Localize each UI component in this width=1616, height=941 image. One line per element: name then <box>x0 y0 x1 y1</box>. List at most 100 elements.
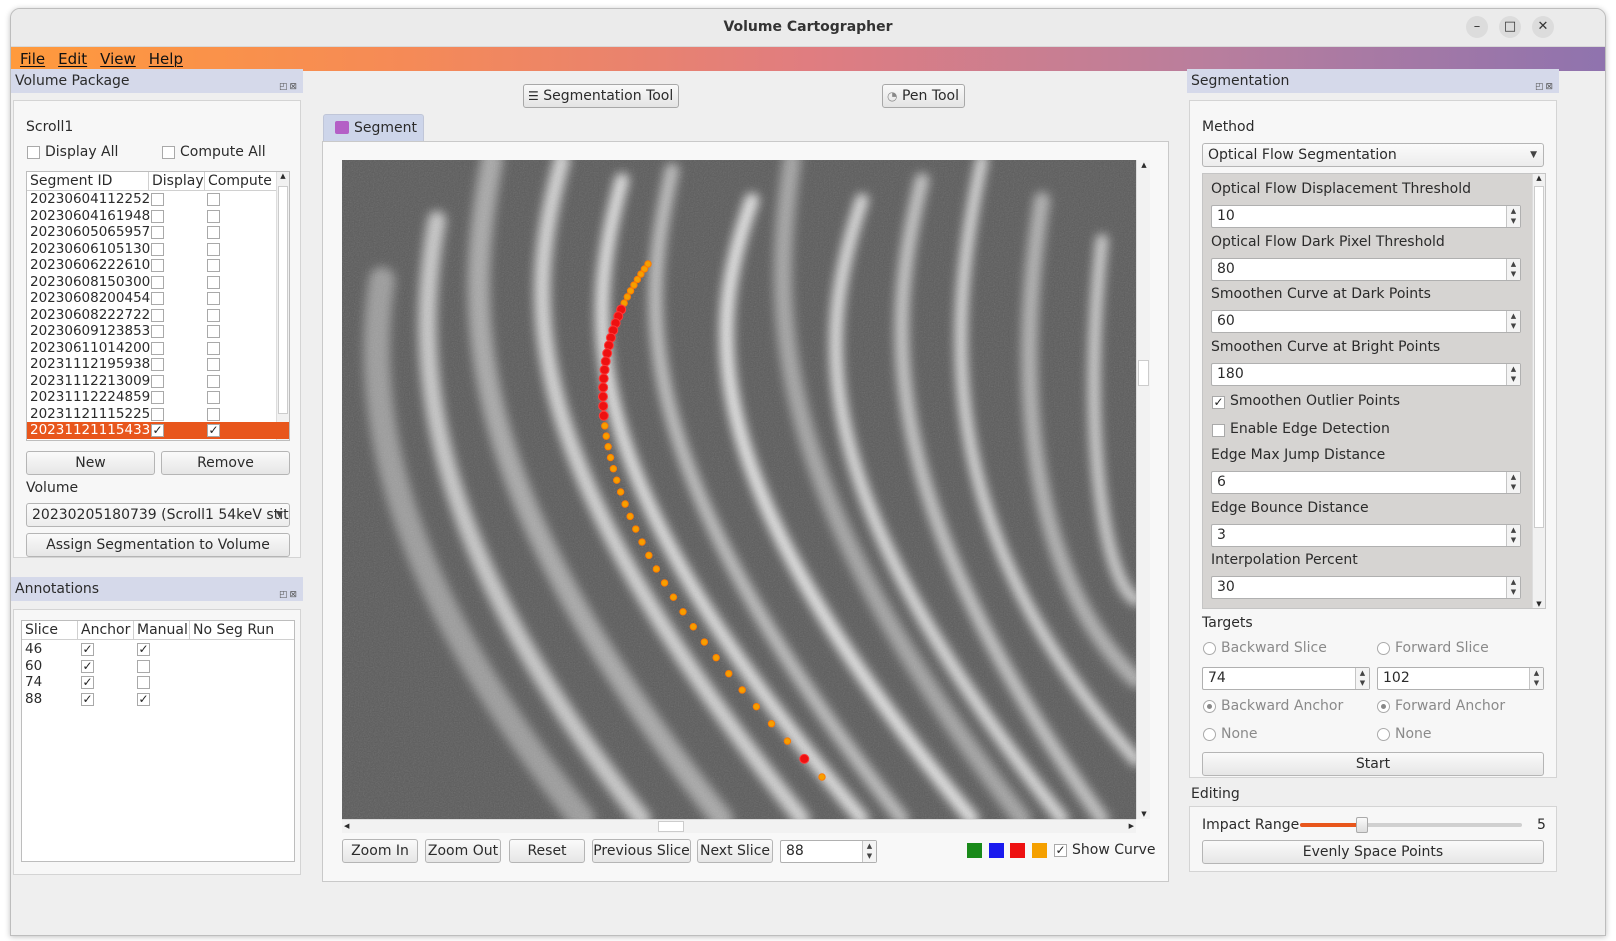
table-row[interactable]: 20231121115225 <box>27 406 289 423</box>
evenly-space-points-button[interactable]: Evenly Space Points <box>1202 840 1544 864</box>
display-checkbox[interactable] <box>151 242 164 256</box>
curve-point[interactable] <box>632 525 640 533</box>
forward-slice-spinbox[interactable]: 102 ▲ ▼ <box>1377 667 1544 690</box>
display-checkbox[interactable]: ✓ <box>151 424 164 437</box>
compute-checkbox[interactable] <box>207 391 220 404</box>
compute-checkbox[interactable] <box>207 374 220 388</box>
table-row[interactable]: 20230611014200 <box>27 340 289 357</box>
smoothen-outlier-checkbox[interactable]: ✓ <box>1212 396 1225 409</box>
curve-point[interactable] <box>725 669 733 678</box>
spin-arrows-icon[interactable]: ▲ ▼ <box>1506 311 1520 332</box>
dock-controls-icon[interactable]: ◰⊠ <box>279 583 299 607</box>
viewer-vscroll-thumb[interactable] <box>1138 360 1149 386</box>
close-icon[interactable]: ✕ <box>1532 16 1554 38</box>
curve-point[interactable] <box>645 551 653 560</box>
curve-point[interactable] <box>613 476 621 484</box>
params-scroll-thumb[interactable] <box>1534 186 1544 528</box>
table-row[interactable]: 20230609123853 <box>27 323 289 340</box>
param-spinbox[interactable]: 180 ▲ ▼ <box>1211 362 1521 386</box>
manual-checkbox[interactable] <box>137 659 150 673</box>
display-checkbox[interactable] <box>151 341 164 355</box>
curve-point[interactable] <box>602 348 613 359</box>
curve-point[interactable] <box>818 773 826 781</box>
pen-tool-button[interactable]: ◔ Pen Tool <box>882 84 966 108</box>
curve-point[interactable] <box>616 488 625 496</box>
param-spinbox[interactable]: 30 ▲ ▼ <box>1211 576 1521 599</box>
annotations-table[interactable]: Slice Anchor Manual No Seg Run 46 ✓ ✓ 60 ✓ 74… <box>21 620 295 862</box>
menu-file[interactable]: File <box>20 47 45 71</box>
curve-point[interactable] <box>679 608 687 616</box>
curve-point[interactable] <box>598 401 609 412</box>
scroll-down-icon[interactable]: ▼ <box>1533 600 1545 608</box>
scroll-left-icon[interactable]: ◀ <box>344 820 349 833</box>
compute-checkbox[interactable] <box>207 209 220 223</box>
color-swatch-blue[interactable] <box>989 843 1004 858</box>
forward-none-radio[interactable] <box>1377 728 1390 741</box>
curve-point[interactable] <box>630 281 638 289</box>
zoom-out-button[interactable]: Zoom Out <box>425 839 501 863</box>
volume-select[interactable]: 20230205180739 (Scroll1 54keV stit ▼ <box>26 503 290 527</box>
spin-arrows-icon[interactable]: ▲ ▼ <box>1506 363 1520 385</box>
curve-point[interactable] <box>602 432 610 440</box>
display-checkbox[interactable] <box>151 193 164 206</box>
curve-point[interactable] <box>601 422 609 430</box>
curve-point[interactable] <box>599 364 610 375</box>
start-button[interactable]: Start <box>1202 752 1544 776</box>
curve-point[interactable] <box>712 653 720 662</box>
display-checkbox[interactable] <box>151 407 164 421</box>
table-row[interactable]: 20230606105130 <box>27 241 289 258</box>
anchor-checkbox[interactable]: ✓ <box>81 643 94 656</box>
curve-point[interactable] <box>604 443 612 451</box>
spin-arrows-icon[interactable]: ▲ ▼ <box>1506 524 1520 546</box>
forward-anchor-radio[interactable] <box>1377 700 1390 713</box>
tab-segment[interactable]: Segment <box>323 114 424 142</box>
scroll-down-icon[interactable]: ▼ <box>1137 810 1151 818</box>
param-spinbox[interactable]: 10 ▲ ▼ <box>1211 205 1521 228</box>
curve-point[interactable] <box>660 579 669 587</box>
compute-checkbox[interactable] <box>207 292 220 305</box>
method-select[interactable]: Optical Flow Segmentation ▼ <box>1202 143 1544 167</box>
table-row[interactable]: 20230606222610 <box>27 257 289 274</box>
display-checkbox[interactable] <box>151 259 164 272</box>
display-checkbox[interactable] <box>151 374 164 388</box>
curve-point[interactable] <box>738 686 746 694</box>
anchor-checkbox[interactable]: ✓ <box>81 692 94 706</box>
compute-checkbox[interactable] <box>207 242 220 256</box>
display-checkbox[interactable] <box>151 325 164 338</box>
compute-all-checkbox[interactable] <box>162 146 175 159</box>
table-row[interactable]: 20230608200454 <box>27 290 289 307</box>
parameters-scroll-area[interactable]: ▲ ▼ Optical Flow Displacement Threshold 1… <box>1202 173 1546 609</box>
compute-checkbox[interactable] <box>207 275 220 289</box>
maximize-icon[interactable]: □ <box>1499 16 1521 38</box>
assign-segmentation-button[interactable]: Assign Segmentation to Volume <box>26 533 290 557</box>
backward-none-radio[interactable] <box>1203 728 1216 741</box>
curve-point[interactable] <box>638 538 646 546</box>
curve-point[interactable] <box>609 465 618 473</box>
curve-point[interactable] <box>700 638 709 646</box>
param-spinbox[interactable]: 3 ▲ ▼ <box>1211 523 1521 547</box>
backward-slice-radio[interactable] <box>1203 642 1216 655</box>
zoom-in-button[interactable]: Zoom In <box>342 839 418 863</box>
curve-point[interactable] <box>597 391 608 402</box>
curve-point[interactable] <box>652 565 661 573</box>
display-checkbox[interactable] <box>151 308 164 322</box>
compute-checkbox[interactable] <box>207 325 220 338</box>
spin-arrows-icon[interactable]: ▲ ▼ <box>1506 258 1520 280</box>
curve-point[interactable] <box>598 373 609 384</box>
col-anchor[interactable]: Anchor <box>78 621 134 640</box>
scroll-up-icon[interactable]: ▲ <box>277 172 289 180</box>
curve-point[interactable] <box>626 512 634 521</box>
color-swatch-green[interactable] <box>967 843 982 858</box>
segment-table[interactable]: Segment ID Display Compute ▲ ▼ 202306041… <box>26 171 290 441</box>
table-row[interactable]: 20230604161948 <box>27 208 289 225</box>
remove-segment-button[interactable]: Remove <box>161 451 290 475</box>
param-spinbox[interactable]: 60 ▲ ▼ <box>1211 310 1521 333</box>
scroll-up-icon[interactable]: ▲ <box>1137 161 1151 169</box>
display-checkbox[interactable] <box>151 275 164 289</box>
compute-checkbox[interactable] <box>207 193 220 206</box>
param-spinbox[interactable]: 80 ▲ ▼ <box>1211 257 1521 281</box>
spin-arrows-icon[interactable]: ▲ ▼ <box>862 841 876 862</box>
col-display[interactable]: Display <box>149 172 205 191</box>
curve-point[interactable] <box>598 382 609 393</box>
compute-checkbox[interactable]: ✓ <box>207 424 220 437</box>
